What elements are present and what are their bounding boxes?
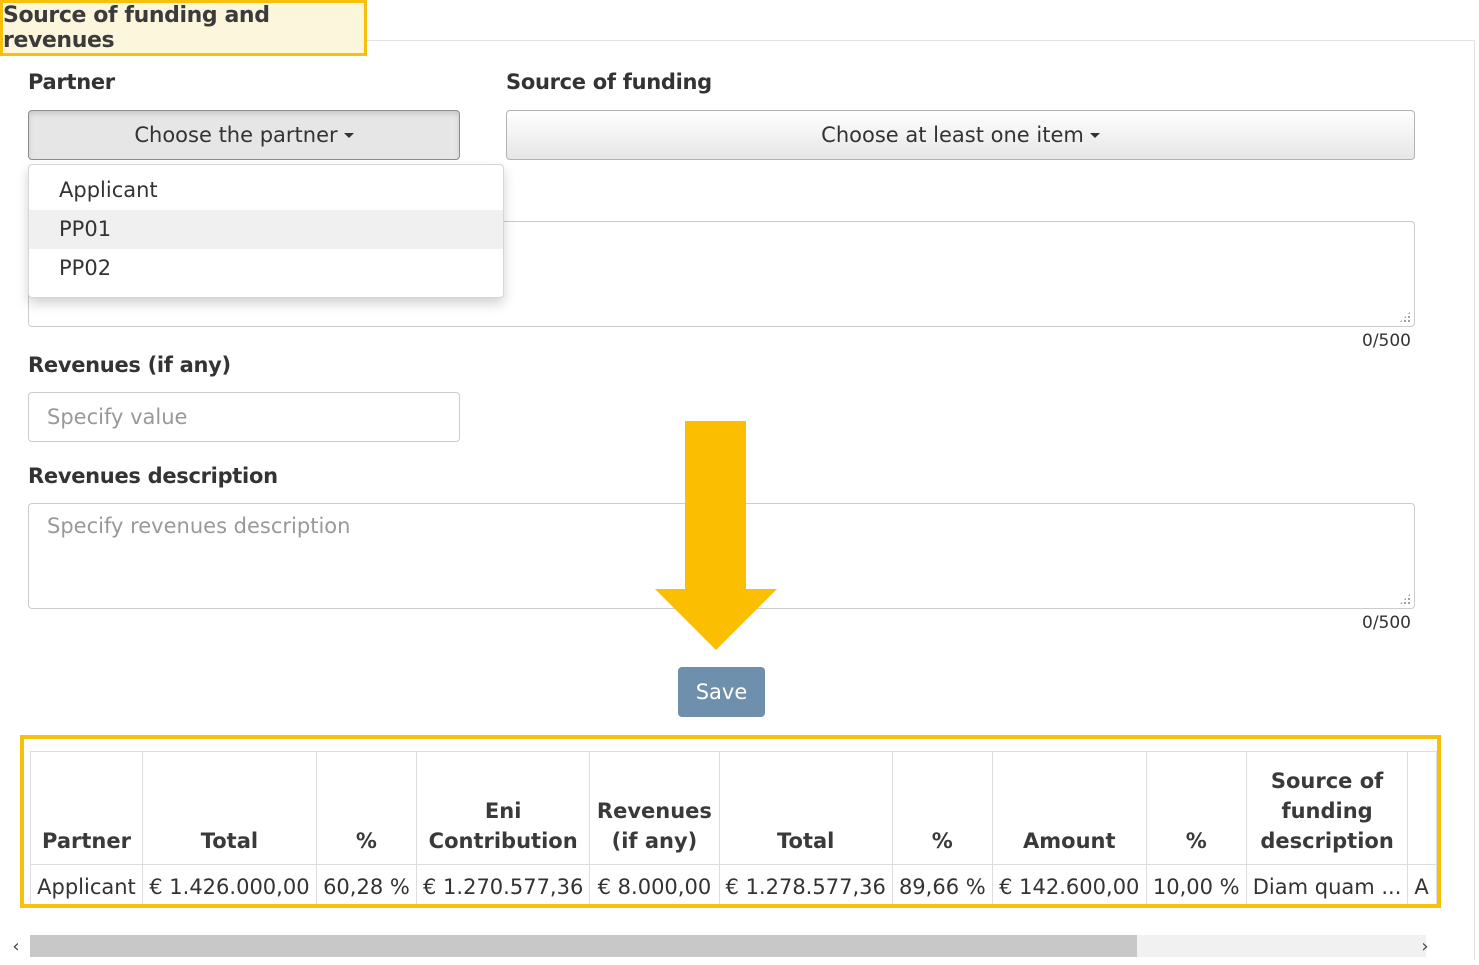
funding-description-counter: 0/500	[1362, 331, 1411, 351]
revenues-input[interactable]: Specify value	[28, 392, 460, 442]
cell-source-of-funding-description: Diam quam ...	[1245, 864, 1409, 904]
revenues-description-counter: 0/500	[1362, 613, 1411, 633]
table-header-row: Partner Total % Eni Contribution Revenue…	[30, 751, 1437, 865]
caret-down-icon	[343, 132, 354, 138]
annotation-arrow-down-icon	[655, 589, 777, 650]
column-header-source-of-funding-description[interactable]: Source of funding description	[1245, 751, 1409, 865]
resize-grip-icon[interactable]	[1399, 311, 1411, 323]
revenues-label: Revenues (if any)	[28, 353, 231, 377]
revenues-placeholder: Specify value	[47, 405, 188, 429]
partner-dropdown-button[interactable]: Choose the partner	[28, 110, 460, 160]
annotation-arrow-shaft	[685, 421, 746, 591]
scroll-right-icon[interactable]: ›	[1413, 933, 1437, 959]
scroll-left-icon[interactable]: ‹	[4, 933, 28, 959]
source-of-funding-dropdown-text: Choose at least one item	[821, 123, 1084, 147]
column-header-percent-3[interactable]: %	[1145, 751, 1247, 865]
cell-partner: Applicant	[30, 864, 143, 904]
summary-table: Partner Total % Eni Contribution Revenue…	[30, 751, 1437, 904]
partner-option-pp02[interactable]: PP02	[29, 249, 503, 288]
revenues-description-placeholder: Specify revenues description	[47, 514, 351, 538]
source-of-funding-label: Source of funding	[506, 70, 712, 94]
save-button[interactable]: Save	[678, 667, 765, 717]
column-header-total-2[interactable]: Total	[718, 751, 893, 865]
cell-revenues: € 8.000,00	[589, 864, 720, 904]
column-header-percent-2[interactable]: %	[891, 751, 993, 865]
partner-option-applicant[interactable]: Applicant	[29, 171, 503, 210]
summary-table-highlight: Partner Total % Eni Contribution Revenue…	[20, 735, 1441, 908]
cell-truncated: A	[1407, 864, 1437, 904]
cell-percent: 60,28 %	[315, 864, 418, 904]
column-header-eni-contribution[interactable]: Eni Contribution	[416, 751, 591, 865]
caret-down-icon	[1089, 132, 1100, 138]
horizontal-scrollbar[interactable]: ‹ ›	[0, 933, 1479, 961]
partner-dropdown-text: Choose the partner	[134, 123, 338, 147]
cell-percent-3: 10,00 %	[1145, 864, 1247, 904]
column-header-truncated[interactable]	[1407, 751, 1437, 865]
source-of-funding-dropdown-button[interactable]: Choose at least one item	[506, 110, 1415, 160]
partner-label: Partner	[28, 70, 115, 94]
column-header-amount[interactable]: Amount	[991, 751, 1147, 865]
table-row[interactable]: Applicant € 1.426.000,00 60,28 % € 1.270…	[30, 864, 1437, 904]
revenues-description-label: Revenues description	[28, 464, 278, 488]
partner-dropdown-menu: Applicant PP01 PP02	[28, 164, 504, 298]
column-header-total[interactable]: Total	[141, 751, 317, 865]
column-header-partner[interactable]: Partner	[30, 751, 143, 865]
cell-total: € 1.426.000,00	[141, 864, 317, 904]
cell-percent-2: 89,66 %	[891, 864, 993, 904]
column-header-percent[interactable]: %	[315, 751, 418, 865]
column-header-revenues[interactable]: Revenues (if any)	[589, 751, 720, 865]
resize-grip-icon[interactable]	[1399, 593, 1411, 605]
cell-eni-contribution: € 1.270.577,36	[416, 864, 591, 904]
cell-amount: € 142.600,00	[991, 864, 1147, 904]
scrollbar-thumb[interactable]	[30, 935, 1137, 957]
section-tab-funding[interactable]: Source of funding and revenues	[0, 0, 367, 56]
cell-total-2: € 1.278.577,36	[718, 864, 893, 904]
partner-option-pp01[interactable]: PP01	[29, 210, 503, 249]
